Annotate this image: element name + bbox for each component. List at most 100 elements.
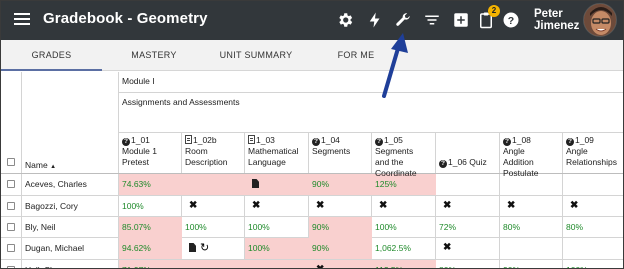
assignment-column-header[interactable]: 1_03 Mathematical Language (248, 135, 308, 168)
row-select-checkbox[interactable] (7, 223, 15, 231)
assignments-group-header: Assignments and Assessments (122, 97, 240, 107)
tab-bar: GRADES MASTERY UNIT SUMMARY FOR ME (1, 40, 623, 71)
assignment-column-header[interactable]: ? 1_08 Angle Addition Postulate (503, 135, 562, 179)
tab-for-me[interactable]: FOR ME (306, 40, 406, 71)
help-icon[interactable]: ? (502, 11, 520, 29)
menu-icon[interactable] (14, 13, 30, 27)
score-value[interactable]: 94.62% (122, 243, 151, 253)
assignment-code-label: 1_02b (193, 135, 217, 145)
missing-icon: ✖ (443, 242, 452, 253)
student-name[interactable]: Bly, Neil (25, 222, 56, 232)
missing-icon: ✖ (570, 200, 579, 211)
submission-file-icon[interactable] (189, 243, 196, 253)
score-value[interactable]: 125% (375, 179, 397, 189)
missing-icon: ✖ (443, 200, 452, 211)
assignment-column-header[interactable]: ? 1_09 Angle Relationships (566, 135, 623, 168)
assignment-title-line: Description (185, 157, 228, 167)
tab-mastery[interactable]: MASTERY (102, 40, 206, 71)
assignment-column-header[interactable]: ? 1_01 Module 1 Pretest (122, 135, 181, 168)
add-icon[interactable] (452, 11, 470, 29)
user-name[interactable]: Peter Jimenez (534, 8, 579, 32)
score-value[interactable]: 100% (248, 222, 270, 232)
grid-line (118, 92, 623, 93)
assignment-column-header[interactable]: ? 1_04 Segments (312, 135, 371, 157)
assignment-code: ? 1_05 (375, 135, 435, 146)
avatar[interactable] (583, 3, 617, 37)
row-select-checkbox[interactable] (7, 244, 15, 252)
question-icon: ? (439, 160, 447, 168)
assignment-column-header[interactable]: 1_02b Room Description (185, 135, 244, 168)
student-name[interactable]: Dugan, Michael (25, 243, 84, 253)
score-value[interactable]: 74.63% (122, 179, 151, 189)
gradebook-grid: ? 1_01 Module 1 Pretest 1_02b Room Description… (1, 72, 623, 268)
student-name[interactable]: Bagozzi, Cory (25, 201, 78, 211)
tab-grades[interactable]: GRADES (1, 40, 102, 71)
assignment-code: ? 1_06 Quiz (439, 157, 499, 168)
score-value[interactable]: 71.97% (122, 265, 151, 268)
assignment-title-line: Segments (375, 146, 414, 156)
filter-icon[interactable] (423, 11, 441, 29)
tab-unit-summary[interactable]: UNIT SUMMARY (206, 40, 306, 71)
grid-line (21, 72, 22, 268)
score-value[interactable]: 100% (185, 222, 207, 232)
score-value[interactable]: 90% (312, 243, 329, 253)
assignment-title-line: Angle (566, 146, 588, 156)
app-title: Gradebook - Geometry (43, 10, 208, 27)
score-value[interactable]: 90% (312, 222, 329, 232)
document-icon (248, 135, 255, 144)
assignment-code-label: 1_06 Quiz (448, 157, 487, 167)
missing-icon: ✖ (316, 200, 325, 211)
missing-icon: ✖ (189, 200, 198, 211)
score-value[interactable]: 90% (503, 265, 520, 268)
score-value[interactable]: 100% (566, 265, 588, 268)
score-value[interactable]: 112.5% (375, 265, 403, 268)
assignment-title-line: Relationships (566, 157, 618, 167)
score-cell-highlight (182, 174, 245, 195)
bolt-icon[interactable] (366, 11, 384, 29)
assignment-title-line: Module 1 (122, 146, 157, 156)
assignment-title-line: Segments (312, 146, 351, 156)
select-all-checkbox[interactable] (7, 158, 15, 166)
score-value[interactable]: 100% (375, 222, 397, 232)
gear-icon[interactable] (336, 11, 354, 29)
row-select-checkbox[interactable] (7, 180, 15, 188)
wrench-icon[interactable] (394, 11, 412, 29)
refresh-icon[interactable]: ↻ (200, 241, 209, 254)
score-value[interactable]: 80% (439, 265, 456, 268)
notification-badge: 2 (488, 5, 500, 17)
score-value[interactable]: 80% (503, 222, 520, 232)
assignment-code: ? 1_09 (566, 135, 623, 146)
assignment-column-header[interactable]: ? 1_06 Quiz (439, 157, 499, 168)
user-first-name: Peter (534, 8, 563, 20)
score-value[interactable]: 90% (312, 179, 329, 189)
sort-ascending-icon: ▲ (50, 164, 57, 170)
score-value[interactable]: 1,062.5% (375, 243, 411, 253)
assignment-code: ? 1_08 (503, 135, 562, 146)
name-column-header[interactable]: Name ▲ (25, 160, 56, 173)
score-value[interactable]: 100% (248, 243, 270, 253)
missing-icon: ✖ (507, 200, 516, 211)
score-cell-highlight (182, 260, 245, 268)
grid-line (435, 132, 436, 268)
score-value[interactable]: 100% (122, 201, 144, 211)
assignment-code-label: 1_09 (575, 135, 594, 145)
assignment-title-line: Angle (503, 146, 525, 156)
row-select-checkbox[interactable] (7, 202, 15, 210)
submission-file-icon[interactable] (252, 179, 259, 189)
assignment-code: 1_03 (248, 135, 308, 146)
score-value[interactable]: 72% (439, 222, 456, 232)
assignment-title-line: Language (248, 157, 286, 167)
grid-line (499, 132, 500, 268)
grid-line (1, 195, 623, 196)
app-header: Gradebook - Geometry 2 ? Peter Jimenez (1, 1, 623, 40)
assignment-title-line: Addition (503, 157, 534, 167)
student-name[interactable]: Aceves, Charles (25, 179, 87, 189)
assignment-code-label: 1_04 (321, 135, 340, 145)
score-value[interactable]: 85.07% (122, 222, 151, 232)
score-value[interactable]: 80% (566, 222, 583, 232)
assignment-column-header[interactable]: ? 1_05 Segments and the Coordinate (375, 135, 435, 179)
student-name[interactable]: Hall, Sharon (25, 265, 72, 268)
assignment-code-label: 1_05 (384, 135, 403, 145)
name-header-label: Name (25, 160, 48, 170)
assignment-code: ? 1_04 (312, 135, 371, 146)
